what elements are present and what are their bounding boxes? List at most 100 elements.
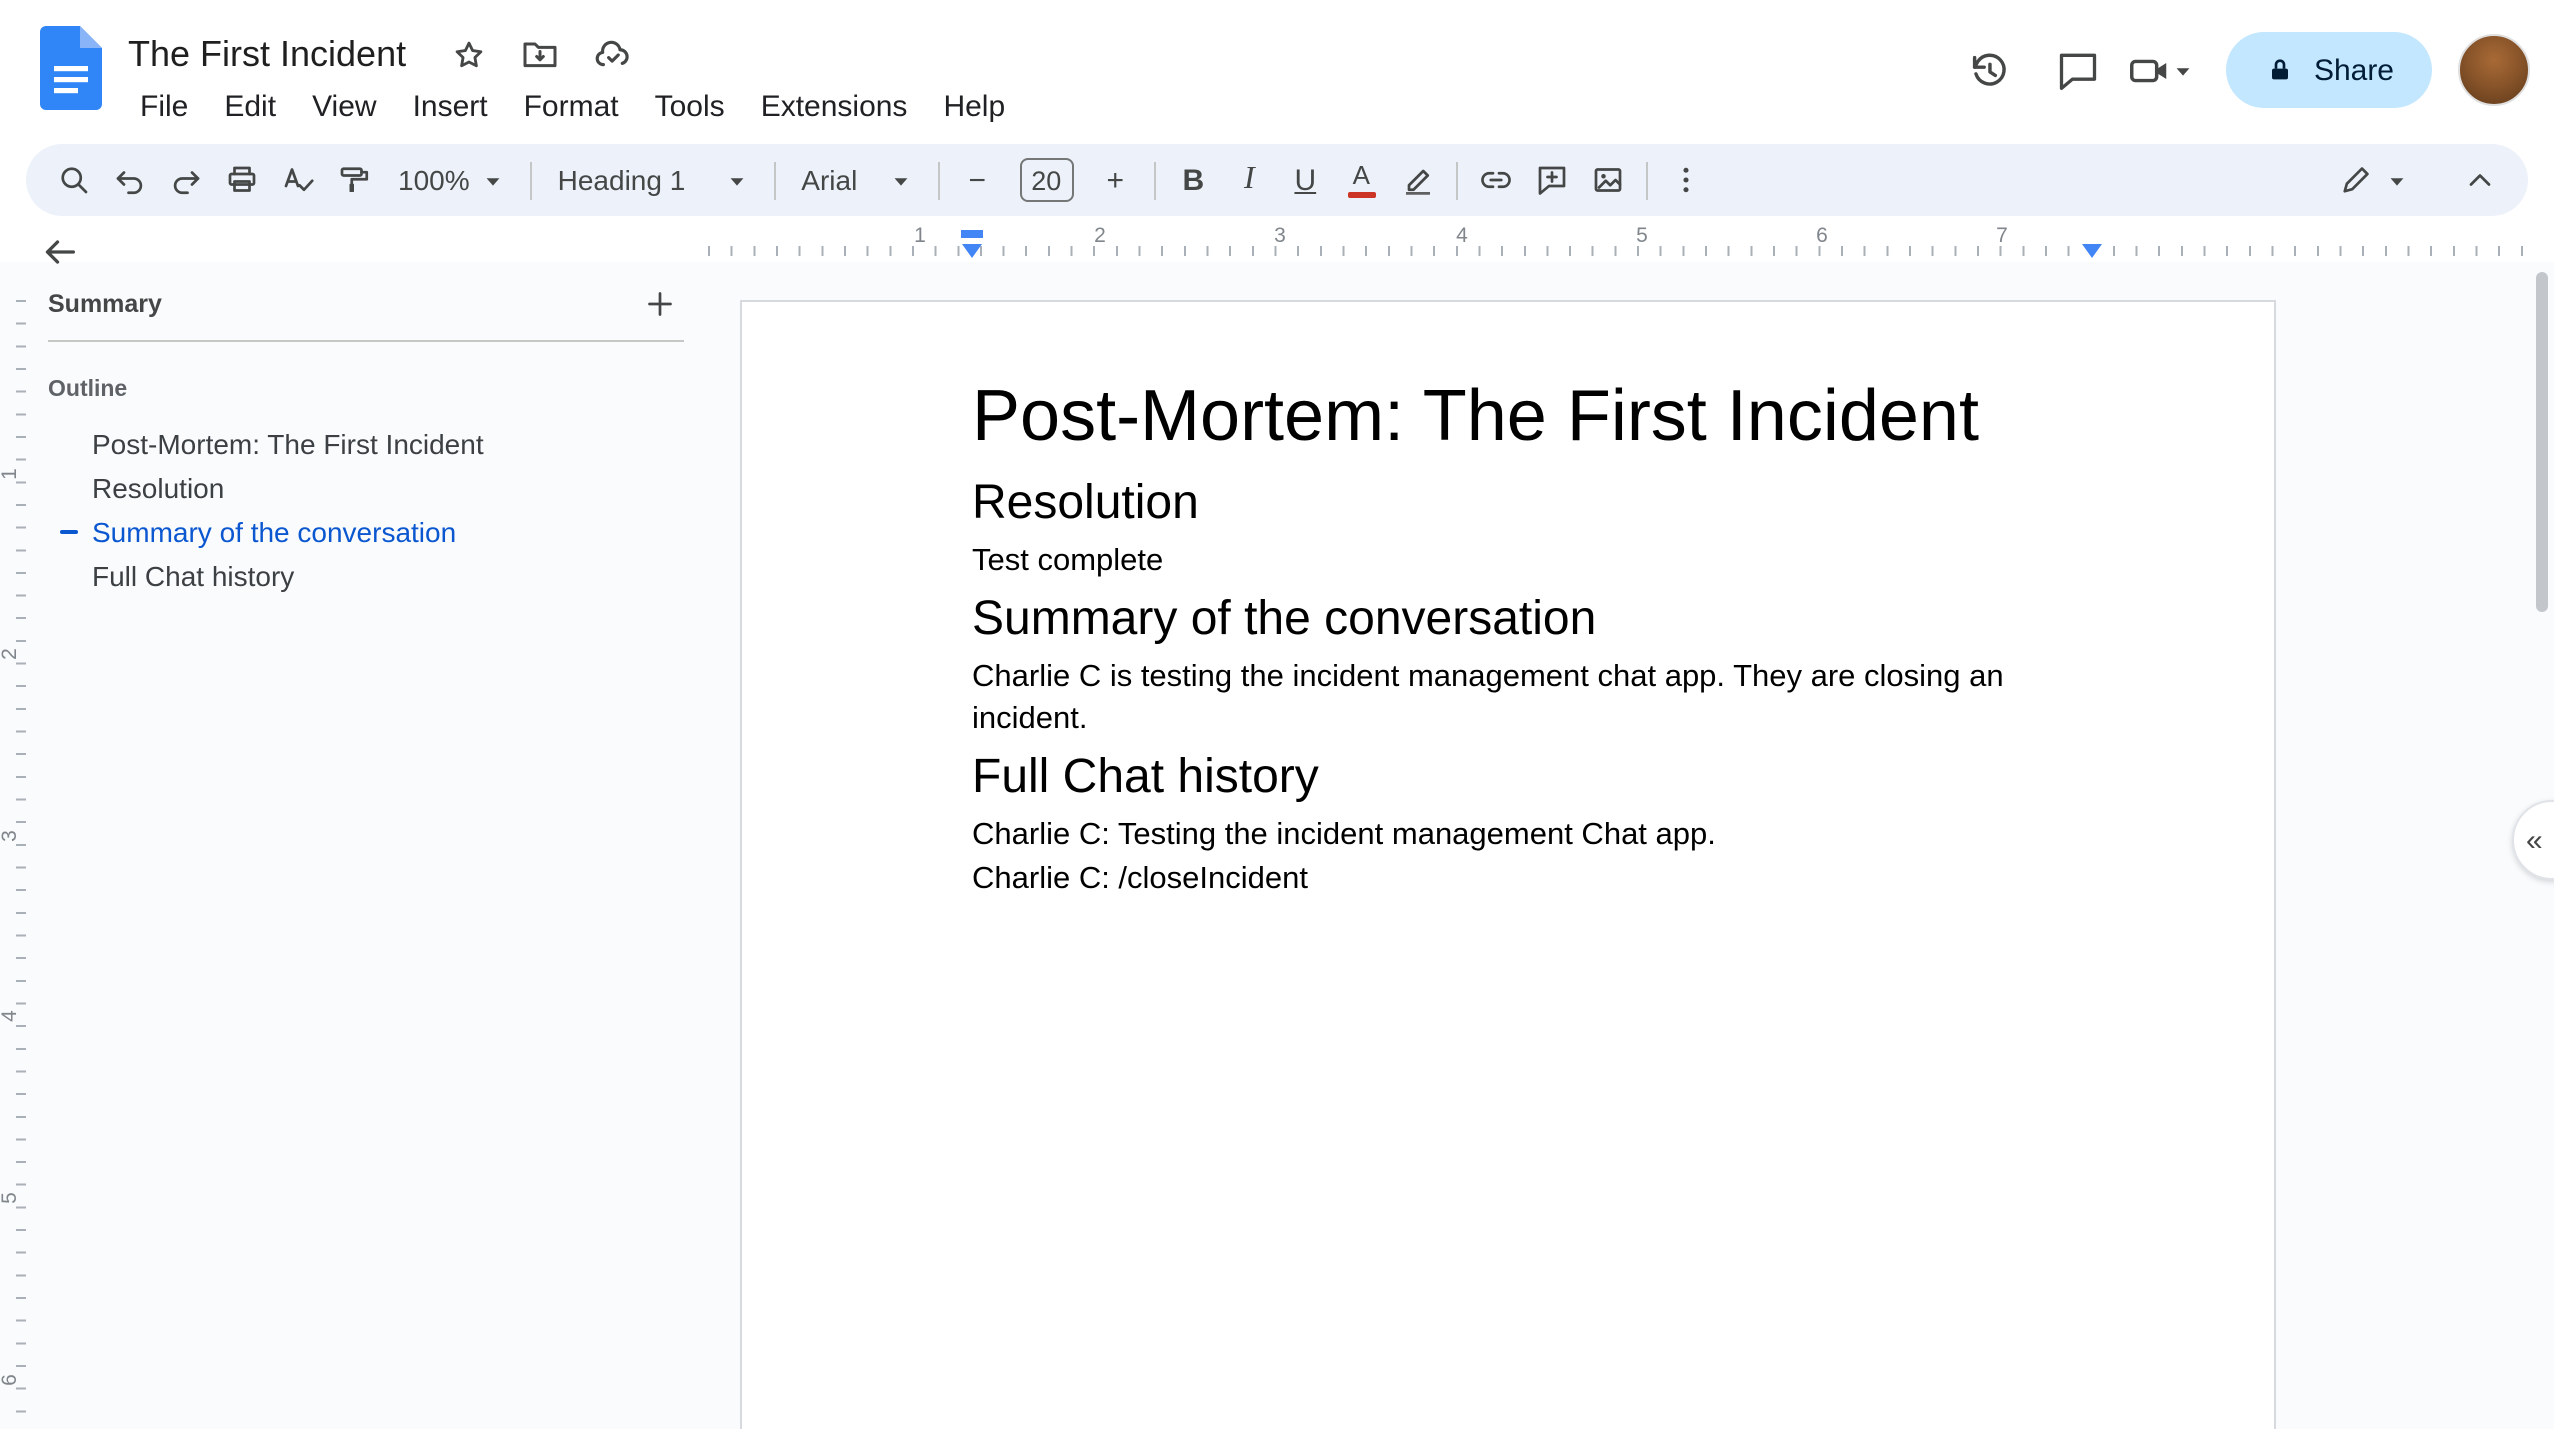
outline-item-label: Summary of the conversation [92, 516, 457, 548]
zoom-caret-icon [486, 177, 500, 185]
outline-item-label: Post-Mortem: The First Incident [92, 428, 484, 460]
outline-item-label: Resolution [92, 472, 225, 504]
outline-item[interactable]: Post-Mortem: The First Incident [0, 422, 680, 466]
version-history-button[interactable] [1950, 30, 2030, 110]
outline-item[interactable]: Full Chat history [0, 554, 680, 598]
doc-paragraph[interactable]: Charlie C: Testing the incident manageme… [972, 814, 2090, 856]
chevrons-left-icon: « [2526, 823, 2543, 857]
doc-heading-summary[interactable]: Summary of the conversation [972, 593, 2090, 646]
ruler-number: 2 [1094, 224, 1106, 248]
document-title[interactable]: The First Incident [128, 33, 406, 75]
ruler-number: 4 [1456, 224, 1468, 248]
menu-extensions[interactable]: Extensions [743, 84, 926, 130]
meet-caret-icon [2176, 67, 2190, 75]
menu-help[interactable]: Help [925, 84, 1023, 130]
paint-format-button[interactable] [326, 152, 382, 208]
search-menus-button[interactable] [46, 152, 102, 208]
outline-label: Outline [48, 378, 128, 402]
font-caret-icon [893, 177, 907, 185]
ruler-number: 5 [1636, 224, 1648, 248]
doc-paragraph[interactable]: Charlie C: /closeIncident [972, 858, 2090, 900]
pencil-icon [2343, 167, 2369, 193]
doc-heading-resolution[interactable]: Resolution [972, 477, 2090, 530]
zoom-select[interactable]: 100% [382, 152, 520, 208]
doc-paragraph[interactable]: Charlie C is testing the incident manage… [972, 656, 2090, 740]
highlight-color-button[interactable] [1389, 152, 1445, 208]
editing-mode-select[interactable] [2322, 152, 2424, 208]
outline-list: Post-Mortem: The First Incident Resoluti… [0, 422, 680, 598]
menu-tools[interactable]: Tools [637, 84, 743, 130]
spellcheck-button[interactable] [270, 152, 326, 208]
cloud-status-icon[interactable] [582, 28, 642, 80]
meet-call-button[interactable] [2126, 47, 2194, 93]
ruler-ticks [708, 246, 2538, 256]
close-outline-button[interactable] [28, 220, 92, 284]
menu-edit[interactable]: Edit [206, 84, 294, 130]
active-item-marker [60, 530, 78, 534]
print-button[interactable] [214, 152, 270, 208]
text-color-button[interactable]: A [1333, 152, 1389, 208]
font-family-value: Arial [801, 164, 858, 196]
comments-button[interactable] [2038, 30, 2118, 110]
increase-font-size-button[interactable]: + [1087, 152, 1143, 208]
share-button[interactable]: Share [2225, 32, 2432, 108]
toolbar-divider [1455, 161, 1458, 199]
hide-menus-button[interactable] [2452, 152, 2508, 208]
document-title-row: The First Incident [128, 28, 654, 80]
left-indent-marker[interactable] [962, 244, 982, 258]
ruler-number: 4 [0, 1010, 22, 1022]
first-line-indent-marker[interactable] [961, 230, 983, 238]
insert-image-button[interactable] [1579, 152, 1635, 208]
underline-button[interactable]: U [1277, 152, 1333, 208]
menu-bar: File Edit View Insert Format Tools Exten… [122, 84, 1023, 130]
summary-header: Summary [48, 282, 684, 326]
menu-insert[interactable]: Insert [395, 84, 506, 130]
decrease-font-size-button[interactable]: − [949, 152, 1005, 208]
move-to-folder-button[interactable] [510, 28, 570, 80]
share-label: Share [2313, 53, 2394, 87]
add-comment-button[interactable] [1523, 152, 1579, 208]
ruler-number: 5 [0, 1192, 22, 1204]
vertical-scrollbar[interactable] [2536, 272, 2548, 612]
menu-view[interactable]: View [294, 84, 395, 130]
doc-heading-title[interactable]: Post-Mortem: The First Incident [972, 374, 2090, 458]
star-button[interactable] [438, 28, 498, 80]
font-family-select[interactable]: Arial [785, 152, 927, 208]
toolbar-divider [529, 161, 532, 199]
horizontal-ruler[interactable]: 1 2 3 4 5 6 7 [700, 222, 2554, 262]
right-indent-marker[interactable] [2082, 244, 2102, 258]
zoom-value: 100% [398, 164, 470, 196]
outline-item-active[interactable]: Summary of the conversation [0, 510, 680, 554]
ruler-number: 6 [1816, 224, 1828, 248]
outline-item[interactable]: Resolution [0, 466, 680, 510]
ruler-number: 2 [0, 648, 22, 660]
italic-button[interactable]: I [1221, 152, 1277, 208]
toolbar-divider [773, 161, 776, 199]
toolbar: 100% Heading 1 Arial − 20 + B I U A [26, 144, 2528, 216]
menu-format[interactable]: Format [506, 84, 637, 130]
account-avatar[interactable] [2458, 34, 2530, 106]
text-color-bar [1347, 191, 1376, 198]
insert-link-button[interactable] [1467, 152, 1523, 208]
redo-button[interactable] [158, 152, 214, 208]
bold-button[interactable]: B [1165, 152, 1221, 208]
more-toolbar-options-button[interactable] [1657, 152, 1713, 208]
lock-icon [2271, 59, 2288, 80]
doc-paragraph[interactable]: Test complete [972, 540, 2090, 582]
app-root: The First Incident File Edit View Insert… [0, 0, 2554, 1429]
toolbar-divider [937, 161, 940, 199]
font-size-input[interactable]: 20 [1019, 158, 1074, 202]
document-page[interactable]: Post-Mortem: The First Incident Resoluti… [740, 300, 2276, 1429]
undo-button[interactable] [102, 152, 158, 208]
paragraph-style-select[interactable]: Heading 1 [542, 152, 764, 208]
ruler-number: 6 [0, 1374, 22, 1386]
menu-file[interactable]: File [122, 84, 206, 130]
docs-logo-icon[interactable] [40, 26, 102, 110]
editing-mode-caret-icon [2390, 177, 2404, 185]
sidebar-divider [48, 340, 684, 342]
summary-label: Summary [48, 290, 162, 318]
header-actions: Share [1942, 0, 2530, 140]
add-summary-button[interactable] [636, 280, 684, 328]
doc-heading-chat-history[interactable]: Full Chat history [972, 751, 2090, 804]
toolbar-divider [1645, 161, 1648, 199]
